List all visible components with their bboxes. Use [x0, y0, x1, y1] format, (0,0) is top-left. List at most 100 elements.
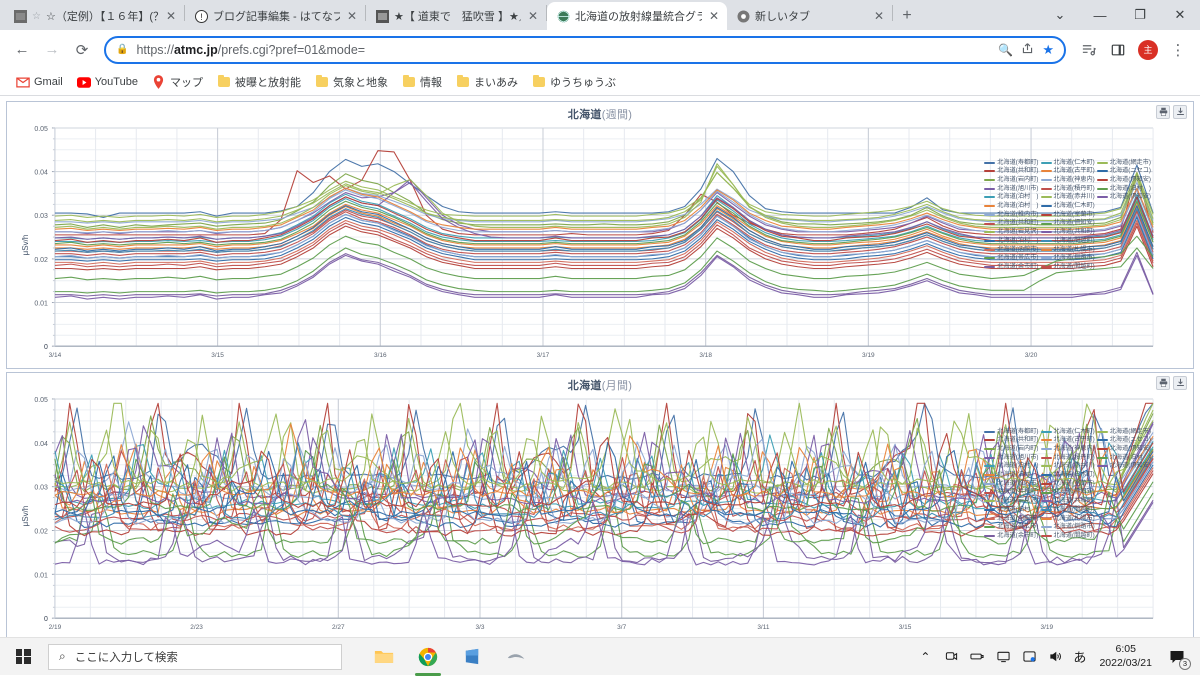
chrome-icon[interactable] [406, 638, 450, 676]
legend-item[interactable]: 北海道(共和町) [1041, 229, 1095, 235]
legend-item[interactable]: 北海道(共和町) [1041, 498, 1095, 504]
legend-item[interactable]: 北海道(倶知安) [1041, 220, 1095, 226]
legend-item[interactable]: 北海道(ニセコ) [1097, 437, 1151, 443]
legend-item[interactable]: 北海道(泊村 ) [984, 463, 1038, 469]
legend-item[interactable]: 北海道(岩内町) [984, 446, 1038, 452]
legend-item[interactable]: 北海道(泊村 ) [1097, 186, 1151, 192]
legend-item[interactable]: 北海道(岩見沢) [984, 498, 1038, 504]
legend-item[interactable]: 北海道(寿都町) [984, 160, 1038, 166]
legend-item[interactable]: 北海道(釧路市) [1041, 255, 1095, 261]
zoom-search-icon[interactable]: 🔍 [998, 43, 1013, 57]
legend-item[interactable]: 北海道(稚内市) [984, 481, 1038, 487]
browser-tab-0[interactable]: ☆ ☆（定例）【１６年】(？ ✕ [4, 2, 184, 30]
legend-item[interactable]: 北海道(寿都町) [984, 429, 1038, 435]
usb-icon[interactable] [964, 638, 990, 676]
browser-tab-3[interactable]: 北海道の放射線量統合グラフ ✕ [547, 2, 727, 30]
legend-item[interactable]: 北海道(帯広市) [984, 524, 1038, 530]
legend-item[interactable]: 北海道(倶知安) [1097, 446, 1151, 452]
tab-close-button-1[interactable]: ✕ [345, 10, 359, 22]
share-icon[interactable] [1021, 42, 1034, 58]
legend-item[interactable]: 北海道(倶知安) [1097, 194, 1151, 200]
file-explorer-icon[interactable] [362, 638, 406, 676]
tab-search-chevron-icon[interactable]: ⌄ [1040, 0, 1080, 30]
legend-item[interactable]: 北海道(仁木町) [1041, 472, 1095, 478]
legend-item[interactable]: 北海道(古平町) [1041, 168, 1095, 174]
legend-item[interactable]: 北海道(倶知安) [1097, 463, 1151, 469]
legend-item[interactable]: 北海道(稚内市) [984, 212, 1038, 218]
print-icon[interactable] [1156, 105, 1170, 119]
bookmark-gmail[interactable]: Gmail [10, 73, 69, 91]
side-panel-icon[interactable] [1104, 36, 1132, 64]
reading-list-icon[interactable] [1074, 36, 1102, 64]
tray-chevron-icon[interactable]: ⌃ [912, 638, 938, 676]
legend-item[interactable]: 北海道(仁木町) [1041, 203, 1095, 209]
legend-item[interactable]: 北海道(仁木町) [1041, 429, 1095, 435]
tab-close-button-0[interactable]: ✕ [164, 10, 178, 22]
address-bar[interactable]: 🔒 https://atmc.jp/prefs.cgi?pref=01&mode… [104, 36, 1066, 64]
legend-item[interactable]: 北海道(泊村 ) [984, 507, 1038, 513]
tab-close-button-4[interactable]: ✕ [872, 10, 886, 22]
bookmark-folder-3[interactable]: まいあみ [450, 72, 524, 92]
avatar[interactable]: 主 [1134, 36, 1162, 64]
display-icon[interactable] [990, 638, 1016, 676]
print-icon[interactable] [1156, 376, 1170, 390]
forward-arrow-icon[interactable]: → [38, 36, 66, 64]
onedrive-icon[interactable] [1016, 638, 1042, 676]
legend-item[interactable]: 北海道(泊村 ) [984, 203, 1038, 209]
browser-tab-4[interactable]: 新しいタブ ✕ [727, 2, 892, 30]
legend-item[interactable]: 北海道(旭川市) [984, 186, 1038, 192]
bookmark-star-icon[interactable]: ★ [1042, 42, 1054, 58]
legend-item[interactable]: 北海道(古平町) [1041, 437, 1095, 443]
legend-item[interactable]: 北海道(函館市) [984, 516, 1038, 522]
close-window-button[interactable]: ✕ [1160, 0, 1200, 30]
minimize-button[interactable]: — [1080, 0, 1120, 30]
legend-item[interactable]: 北海道(岩見沢) [984, 229, 1038, 235]
legend-item[interactable]: 北海道(積丹町) [1041, 186, 1095, 192]
legend-item[interactable]: 北海道(共和町) [984, 437, 1038, 443]
legend-item[interactable]: 北海道(泊村 ) [984, 472, 1038, 478]
legend-item[interactable]: 北海道(間越町) [1041, 533, 1095, 539]
bookmark-folder-1[interactable]: 気象と地象 [309, 72, 394, 92]
legend-item[interactable]: 北海道(赤井川) [1041, 194, 1095, 200]
chrome-menu-icon[interactable]: ⋮ [1164, 36, 1192, 64]
reload-icon[interactable]: ⟳ [68, 36, 96, 64]
store-icon[interactable] [450, 638, 494, 676]
legend-item[interactable]: 北海道(網走市) [1097, 429, 1151, 435]
new-tab-button[interactable]: + [893, 2, 921, 30]
tab-close-button-2[interactable]: ✕ [526, 10, 540, 22]
legend-item[interactable]: 北海道(帯広市) [984, 255, 1038, 261]
legend-item[interactable]: 北海道(網走市) [1097, 160, 1151, 166]
legend-item[interactable]: 北海道(倶知安) [1041, 489, 1095, 495]
bookmark-maps[interactable]: マップ [146, 72, 209, 92]
legend-item[interactable]: 北海道(室蘭市) [1041, 212, 1095, 218]
legend-item[interactable]: 北海道(神恵内) [1041, 446, 1095, 452]
volume-icon[interactable] [1042, 638, 1068, 676]
legend-item[interactable]: 北海道(仁木町) [1041, 160, 1095, 166]
legend-item[interactable]: 北海道(札幌市) [1041, 516, 1095, 522]
legend-item[interactable]: 北海道(余市町) [984, 533, 1038, 539]
ime-indicator[interactable]: あ [1068, 647, 1091, 666]
legend-item[interactable]: 北海道(共和町) [984, 168, 1038, 174]
meet-camera-icon[interactable] [938, 638, 964, 676]
bookmark-folder-2[interactable]: 情報 [396, 72, 448, 92]
legend-item[interactable]: 北海道(泊村 ) [984, 194, 1038, 200]
notification-center-button[interactable]: 3 [1160, 638, 1194, 676]
legend-item[interactable]: 北海道(函館市) [984, 247, 1038, 253]
legend-item[interactable]: 北海道(泊村 ) [984, 238, 1038, 244]
legend-item[interactable]: 北海道(共和町) [984, 489, 1038, 495]
legend-item[interactable]: 北海道(札幌市) [1041, 247, 1095, 253]
legend-item[interactable]: 北海道(釧路市) [1041, 524, 1095, 530]
legend-item[interactable]: 北海道(共和町) [984, 220, 1038, 226]
download-icon[interactable] [1173, 105, 1187, 119]
legend-item[interactable]: 北海道(間越町) [1041, 264, 1095, 270]
legend-item[interactable]: 北海道(旭川市) [984, 455, 1038, 461]
legend-item[interactable]: 北海道(赤井川) [1041, 463, 1095, 469]
legend-item[interactable]: 北海道(間越町) [1041, 238, 1095, 244]
legend-item[interactable]: 北海道(余市町) [984, 264, 1038, 270]
browser-tab-1[interactable]: ! ブログ記事編集 - はてなブログ ✕ [185, 2, 365, 30]
bookmark-folder-0[interactable]: 被曝と放射能 [211, 72, 307, 92]
download-icon[interactable] [1173, 376, 1187, 390]
taskbar-clock[interactable]: 6:05 2022/03/21 [1091, 643, 1160, 669]
legend-item[interactable]: 北海道(室蘭市) [1041, 481, 1095, 487]
browser-tab-2[interactable]: ★【 道東で 猛吹雪 】★／ ✕ [366, 2, 546, 30]
